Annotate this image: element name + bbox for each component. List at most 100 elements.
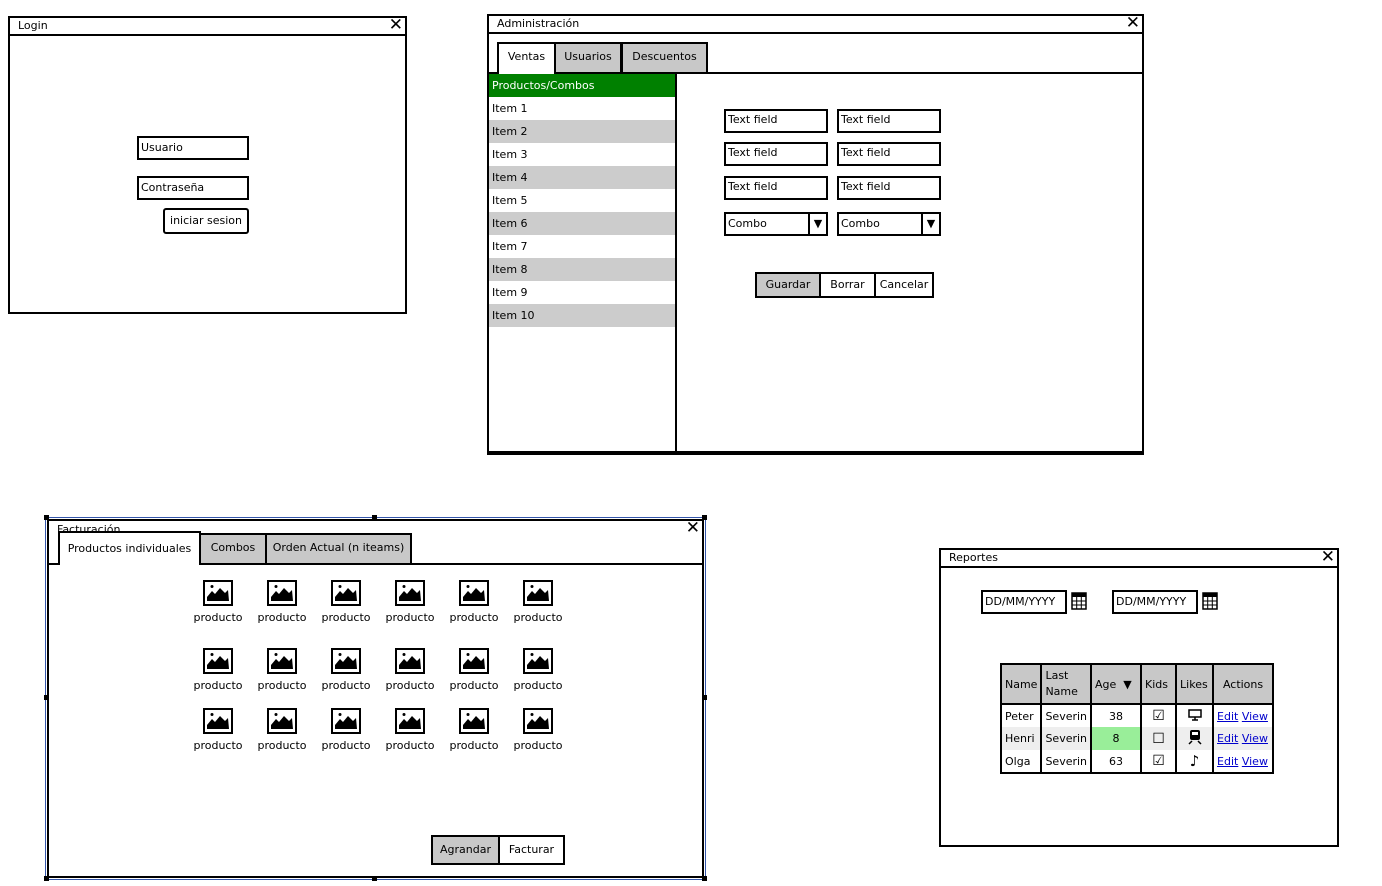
text-field[interactable]: Text field [724, 109, 828, 133]
edit-link[interactable]: Edit [1217, 755, 1238, 768]
column-header[interactable]: Actions [1212, 663, 1275, 705]
product-label: producto [513, 679, 563, 692]
clear-button[interactable]: Borrar [821, 274, 876, 296]
cell-name: Peter [999, 704, 1043, 727]
view-link[interactable]: View [1242, 755, 1268, 768]
invoice-button[interactable]: Facturar [500, 837, 563, 863]
product-label: producto [193, 679, 243, 692]
table-row[interactable]: Peter Severin 38 ☑ Edit View [999, 704, 1275, 727]
close-icon[interactable]: ✕ [1321, 547, 1335, 567]
combo-select[interactable]: Combo ▼ [724, 212, 828, 236]
tab-combos[interactable]: Combos [199, 533, 267, 563]
cancel-button[interactable]: Cancelar [876, 274, 932, 296]
tab-ventas[interactable]: Ventas [497, 42, 556, 74]
product-tile[interactable]: producto [316, 708, 376, 756]
product-tile[interactable]: producto [508, 708, 568, 756]
column-header[interactable]: Likes [1175, 663, 1215, 705]
text-field[interactable]: Text field [724, 176, 828, 200]
chevron-down-icon[interactable]: ▼ [808, 214, 826, 234]
product-tile[interactable]: producto [380, 648, 440, 696]
list-item[interactable]: Item 7 [489, 235, 675, 258]
login-window: Login ✕ Usuario Contraseña iniciar sesio… [8, 15, 407, 314]
login-button[interactable]: iniciar sesion [163, 208, 249, 234]
date-from-field[interactable]: DD/MM/YYYY [981, 590, 1067, 614]
username-field[interactable]: Usuario [137, 136, 249, 160]
product-tile[interactable]: producto [380, 580, 440, 628]
product-label: producto [449, 679, 499, 692]
list-item[interactable]: Item 6 [489, 212, 675, 235]
admin-title: Administración [497, 17, 580, 30]
tab-descuentos[interactable]: Descuentos [621, 42, 708, 72]
close-icon[interactable]: ✕ [389, 15, 403, 35]
product-label: producto [449, 739, 499, 752]
list-item[interactable]: Item 1 [489, 97, 675, 120]
chevron-down-icon[interactable]: ▼ [921, 214, 939, 234]
list-item[interactable]: Item 5 [489, 189, 675, 212]
product-tile[interactable]: producto [252, 708, 312, 756]
image-icon [203, 580, 233, 606]
text-field[interactable]: Text field [837, 109, 941, 133]
image-icon [203, 708, 233, 734]
list-item[interactable]: Productos/Combos [489, 74, 675, 97]
calendar-icon[interactable] [1071, 592, 1087, 610]
checkbox-checked-icon[interactable]: ☑ [1140, 704, 1178, 727]
add-button[interactable]: Agrandar [433, 837, 500, 863]
tab-productos-individuales[interactable]: Productos individuales [58, 531, 201, 565]
product-label: producto [449, 611, 499, 624]
table-row[interactable]: Henri Severin 8 ☐ Edit View [999, 727, 1275, 750]
view-link[interactable]: View [1242, 710, 1268, 723]
text-field[interactable]: Text field [837, 142, 941, 166]
text-field[interactable]: Text field [724, 142, 828, 166]
admin-tab-panel: Productos/Combos Item 1 Item 2 Item 3 It… [489, 72, 1142, 451]
close-icon[interactable]: ✕ [1126, 13, 1140, 33]
text-field[interactable]: Text field [837, 176, 941, 200]
edit-link[interactable]: Edit [1217, 732, 1238, 745]
product-tile[interactable]: producto [252, 580, 312, 628]
image-icon [523, 648, 553, 674]
cell-name: Olga [999, 750, 1043, 774]
list-item[interactable]: Item 10 [489, 304, 675, 327]
list-item[interactable]: Item 4 [489, 166, 675, 189]
tab-usuarios[interactable]: Usuarios [554, 42, 622, 72]
product-list[interactable]: Productos/Combos Item 1 Item 2 Item 3 It… [489, 74, 677, 451]
sort-desc-icon[interactable]: ▼ [1120, 678, 1131, 691]
combo-value: Combo [728, 217, 767, 230]
product-tile[interactable]: producto [188, 708, 248, 756]
product-tile[interactable]: producto [252, 648, 312, 696]
product-tile[interactable]: producto [316, 580, 376, 628]
edit-link[interactable]: Edit [1217, 710, 1238, 723]
image-icon [203, 648, 233, 674]
admin-titlebar: Administración ✕ [489, 13, 1142, 34]
product-tile[interactable]: producto [316, 648, 376, 696]
column-header: Age [1095, 677, 1117, 691]
close-icon[interactable]: ✕ [686, 518, 700, 538]
product-label: producto [257, 739, 307, 752]
product-tile[interactable]: producto [508, 580, 568, 628]
calendar-icon[interactable] [1202, 592, 1218, 610]
product-tile[interactable]: producto [444, 708, 504, 756]
product-tile[interactable]: producto [444, 580, 504, 628]
list-item[interactable]: Item 3 [489, 143, 675, 166]
column-header[interactable]: Last Name [1040, 663, 1093, 705]
combo-select[interactable]: Combo ▼ [837, 212, 941, 236]
checkbox-unchecked-icon[interactable]: ☐ [1140, 727, 1178, 750]
tab-orden-actual[interactable]: Orden Actual (n iteams) [265, 533, 412, 563]
column-header[interactable]: Name [999, 663, 1043, 705]
list-item[interactable]: Item 9 [489, 281, 675, 304]
date-to-field[interactable]: DD/MM/YYYY [1112, 590, 1198, 614]
list-item[interactable]: Item 8 [489, 258, 675, 281]
product-tile[interactable]: producto [380, 708, 440, 756]
billing-window: Facturación ✕ Productos individuales Com… [47, 518, 704, 878]
save-button[interactable]: Guardar [757, 274, 821, 296]
product-tile[interactable]: producto [188, 580, 248, 628]
list-item[interactable]: Item 2 [489, 120, 675, 143]
password-field[interactable]: Contraseña [137, 176, 249, 200]
view-link[interactable]: View [1242, 732, 1268, 745]
checkbox-checked-icon[interactable]: ☑ [1140, 750, 1178, 774]
product-tile[interactable]: producto [444, 648, 504, 696]
product-tile[interactable]: producto [508, 648, 568, 696]
product-tile[interactable]: producto [188, 648, 248, 696]
column-header[interactable]: Kids [1140, 663, 1178, 705]
table-row[interactable]: Olga Severin 63 ☑ ♪ Edit View [999, 750, 1275, 774]
column-header-age[interactable]: Age ▼ [1090, 663, 1143, 705]
